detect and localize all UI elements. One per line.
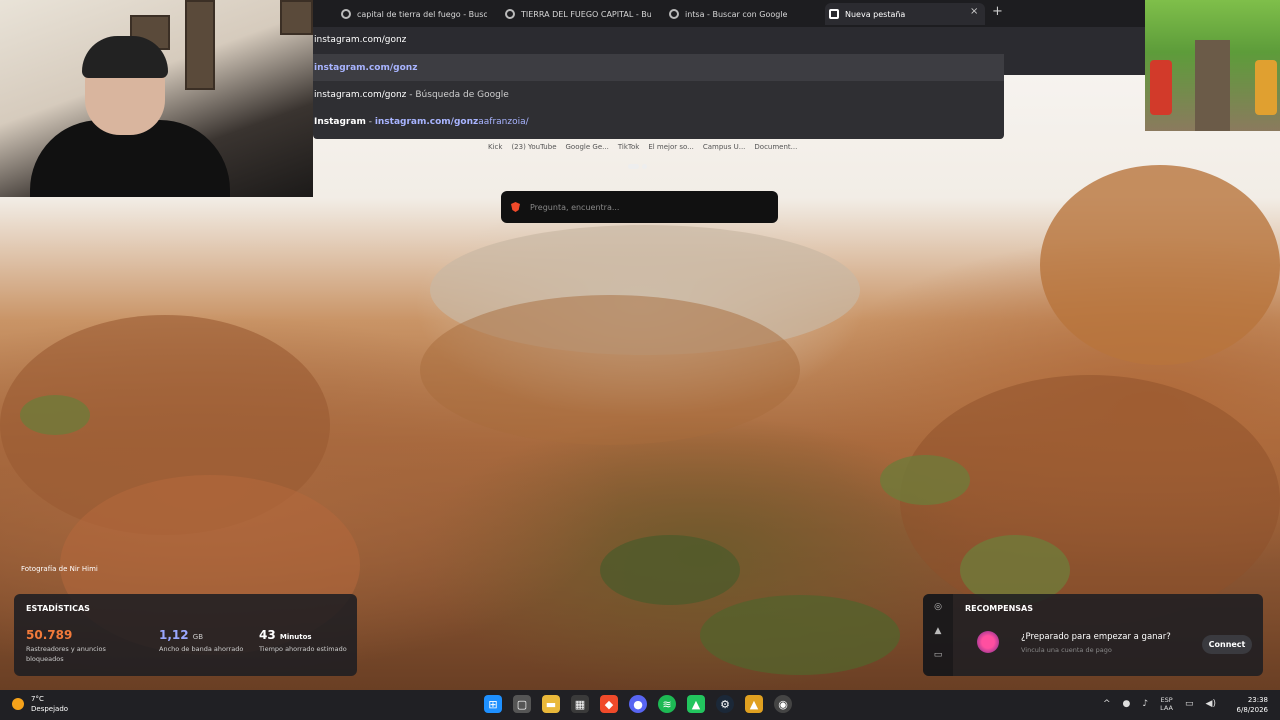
- clock-time: 23:38: [1247, 696, 1268, 704]
- app-icon[interactable]: ▲: [745, 695, 763, 713]
- microphone-icon[interactable]: ♪: [1142, 699, 1148, 709]
- volume-icon[interactable]: ◀): [1206, 699, 1216, 709]
- top-sites: Kick (23) YouTube Google Ge... TikTok El…: [488, 143, 797, 151]
- tab-label: capital de tierra del fuego - Buscar co: [357, 9, 487, 19]
- top-site[interactable]: Google Ge...: [566, 143, 609, 151]
- chevron-up-icon[interactable]: ^: [1103, 699, 1111, 709]
- suggestion-url: instagram.com/gonz: [314, 62, 418, 73]
- taskbar: 7°C Despejado ⊞ ▢ ▬ ▦ ◆ ● ≋ ▲ ⚙ ▲ ◉ ^ ● …: [0, 690, 1280, 720]
- photo-credit[interactable]: Fotografía de Nir Himi: [21, 565, 98, 573]
- tab-tierra-capital[interactable]: TIERRA DEL FUEGO CAPITAL - Buscar: [501, 3, 651, 25]
- rewards-title: RECOMPENSAS: [965, 604, 1033, 613]
- google-icon: [505, 9, 515, 19]
- suggestion-url-rest: aafranzoia/: [478, 116, 529, 127]
- suggestion-sep: -: [365, 116, 375, 127]
- taskbar-apps: ⊞ ▢ ▬ ▦ ◆ ● ≋ ▲ ⚙ ▲ ◉: [484, 695, 792, 713]
- stat-desc: Rastreadores y anuncios bloqueados: [26, 645, 106, 663]
- stat-unit: GB: [192, 633, 204, 641]
- rewards-icon[interactable]: ◎: [934, 602, 942, 612]
- top-site[interactable]: Campus U...: [703, 143, 746, 151]
- address-bar-input[interactable]: instagram.com/gonz: [313, 30, 1004, 50]
- system-tray: ^ ● ♪ ESP LAA ▭ ◀): [1103, 696, 1216, 712]
- suggestion-item[interactable]: instagram.com/gonz: [313, 54, 1004, 81]
- moon-icon: [12, 698, 24, 710]
- suggestion-item[interactable]: instagram.com/gonz - Búsqueda de Google: [313, 81, 1004, 108]
- new-tab-icon: [829, 9, 839, 19]
- rewards-question: ¿Preparado para empezar a ganar?: [1021, 632, 1171, 642]
- steam-icon[interactable]: ⚙: [716, 695, 734, 713]
- rewards-sub: Vincula una cuenta de pago: [1021, 646, 1112, 654]
- brave-icon[interactable]: ◆: [600, 695, 618, 713]
- stats-widget: ESTADÍSTICAS 50.789 Rastreadores y anunc…: [14, 594, 357, 676]
- rewards-widget: ◎ ▲ ▭ RECOMPENSAS ¿Preparado para empeza…: [923, 594, 1263, 676]
- stat-desc: Tiempo ahorrado estimado: [259, 645, 347, 653]
- tab-label: Nueva pestaña: [845, 9, 906, 19]
- app-tray-icon[interactable]: ●: [1123, 699, 1131, 709]
- clock-date: 6/8/2026: [1236, 706, 1268, 714]
- weather-desc: Despejado: [31, 705, 69, 713]
- game-icon[interactable]: ▲: [687, 695, 705, 713]
- brave-icon: [511, 202, 520, 212]
- stat-trackers: 50.789 Rastreadores y anuncios bloqueado…: [26, 628, 116, 664]
- clock[interactable]: 23:38 6/8/2026: [1230, 695, 1268, 715]
- page-indicator[interactable]: [628, 164, 647, 169]
- network-icon[interactable]: ▭: [1185, 699, 1194, 709]
- suggestion-url: instagram.com/gonz: [374, 116, 479, 127]
- bat-icon: [977, 631, 999, 653]
- suggestion-suffix: - Búsqueda de Google: [406, 89, 509, 100]
- stats-title: ESTADÍSTICAS: [26, 604, 90, 613]
- suggestion-text: instagram.com/gonz: [314, 89, 407, 100]
- suggestion-item[interactable]: Instagram - instagram.com/gonz aafranzoi…: [313, 108, 1004, 135]
- stat-value: 1,12: [159, 628, 189, 642]
- tab-new[interactable]: Nueva pestaña: [825, 3, 985, 25]
- cards-icon[interactable]: ▭: [934, 650, 943, 660]
- lang-code: ESP: [1160, 696, 1173, 704]
- game-overlay: [1145, 0, 1280, 131]
- search-box[interactable]: Pregunta, encuentra...: [501, 191, 778, 223]
- google-icon: [669, 9, 679, 19]
- file-explorer-icon[interactable]: ▬: [542, 695, 560, 713]
- vpn-icon[interactable]: ▲: [935, 626, 942, 636]
- webcam-overlay: [0, 0, 313, 197]
- lang-layout: LAA: [1160, 704, 1174, 712]
- google-icon: [341, 9, 351, 19]
- task-view-icon[interactable]: ▢: [513, 695, 531, 713]
- tab-capital-tierra[interactable]: capital de tierra del fuego - Buscar co: [337, 3, 487, 25]
- stat-value: 50.789: [26, 628, 73, 642]
- weather-widget[interactable]: 7°C Despejado: [12, 694, 68, 714]
- windows-icon[interactable]: ⊞: [484, 695, 502, 713]
- chrome-icon[interactable]: ◉: [774, 695, 792, 713]
- stat-desc: Ancho de banda ahorrado: [159, 645, 244, 653]
- omnibox-suggestions: instagram.com/gonz instagram.com/gonz - …: [313, 54, 1004, 139]
- tab-label: TIERRA DEL FUEGO CAPITAL - Buscar: [521, 9, 651, 19]
- tab-strip: capital de tierra del fuego - Buscar co …: [313, 0, 1145, 27]
- top-site[interactable]: TikTok: [618, 143, 639, 151]
- close-icon[interactable]: ×: [970, 6, 978, 17]
- plus-icon[interactable]: +: [992, 4, 1003, 19]
- search-placeholder: Pregunta, encuentra...: [530, 202, 620, 212]
- stat-value: 43: [259, 628, 276, 642]
- stat-bandwidth: 1,12 GB Ancho de banda ahorrado: [159, 628, 249, 654]
- store-icon[interactable]: ▦: [571, 695, 589, 713]
- spotify-icon[interactable]: ≋: [658, 695, 676, 713]
- top-site[interactable]: (23) YouTube: [511, 143, 556, 151]
- suggestion-site: Instagram: [314, 116, 366, 127]
- widget-rail: ◎ ▲ ▭: [923, 594, 953, 676]
- weather-temp: 7°C: [31, 695, 44, 703]
- connect-button[interactable]: Connect: [1202, 635, 1252, 654]
- tab-intsa[interactable]: intsa - Buscar con Google: [665, 3, 815, 25]
- stat-time: 43 Minutos Tiempo ahorrado estimado: [259, 628, 349, 654]
- tab-label: intsa - Buscar con Google: [685, 9, 788, 19]
- top-site[interactable]: Kick: [488, 143, 502, 151]
- discord-icon[interactable]: ●: [629, 695, 647, 713]
- stat-unit: Minutos: [279, 633, 312, 641]
- top-site[interactable]: El mejor so...: [648, 143, 694, 151]
- language-indicator[interactable]: ESP LAA: [1160, 696, 1173, 712]
- top-site[interactable]: Document...: [754, 143, 797, 151]
